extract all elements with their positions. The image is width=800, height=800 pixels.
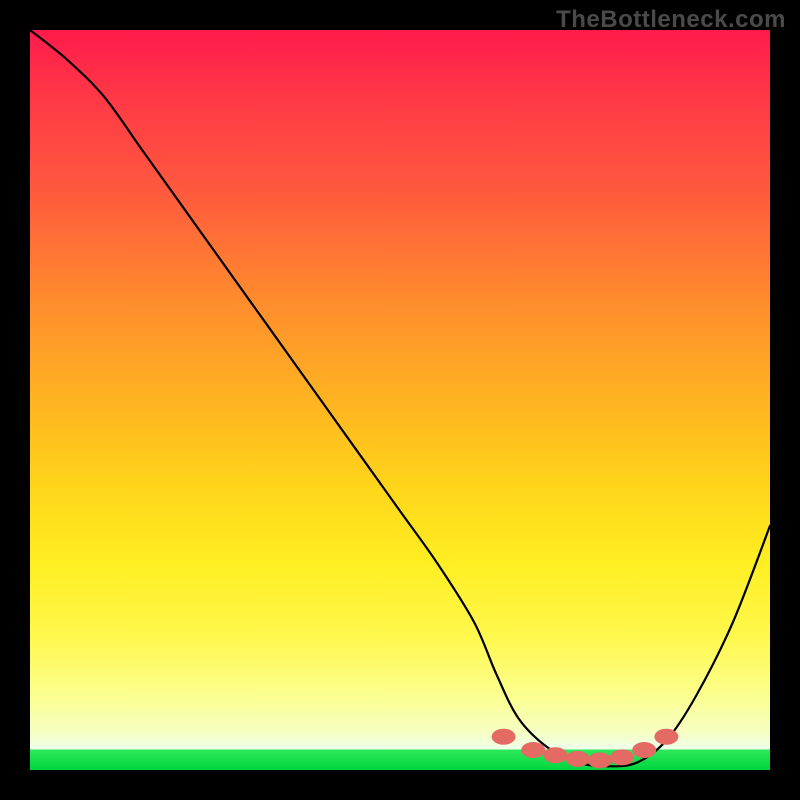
gradient-plot-background bbox=[30, 30, 770, 770]
watermark-text: TheBottleneck.com bbox=[556, 6, 786, 34]
chart-frame: TheBottleneck.com bbox=[0, 0, 800, 800]
